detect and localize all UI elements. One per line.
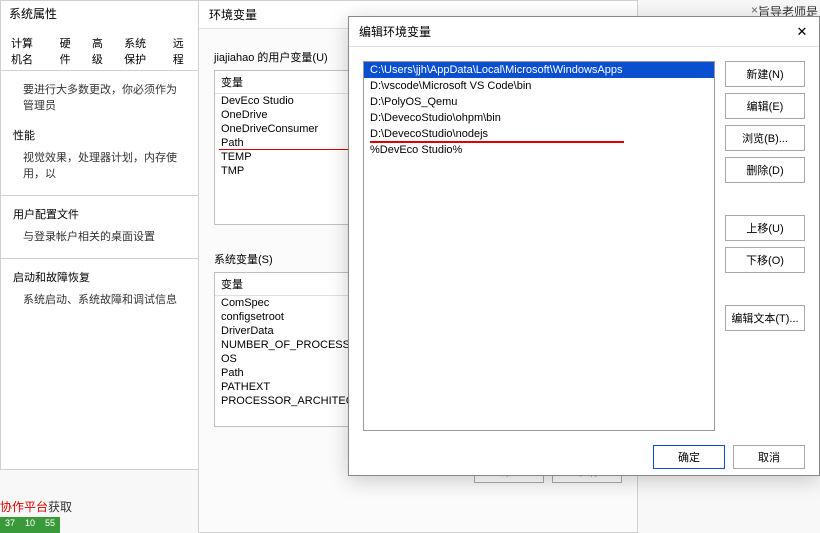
user-desc: 与登录帐户相关的桌面设置 — [13, 228, 187, 244]
tab-hardware[interactable]: 硬件 — [56, 32, 80, 70]
editvar-title: 编辑环境变量 — [359, 23, 795, 40]
editvar-side-buttons: 新建(N) 编辑(E) 浏览(B)... 删除(D) 上移(U) 下移(O) 编… — [725, 61, 805, 431]
path-item[interactable]: D:\DevecoStudio\nodejs — [364, 126, 714, 142]
tab-advanced[interactable]: 高级 — [88, 32, 112, 70]
new-button[interactable]: 新建(N) — [725, 61, 805, 87]
startup-desc: 系统启动、系统故障和调试信息 — [13, 291, 187, 307]
sysprops-body: 要进行大多数更改，你必须作为管理员 性能 视觉效果，处理器计划，内存使用，以 用… — [1, 71, 199, 331]
cancel-button[interactable]: 取消 — [733, 445, 805, 469]
tab-system-protection[interactable]: 系统保护 — [120, 32, 161, 70]
tab-computer-name[interactable]: 计算机名 — [7, 32, 48, 70]
sysprops-tabs: 计算机名 硬件 高级 系统保护 远程 — [1, 26, 199, 71]
path-item[interactable]: D:\DevecoStudio\ohpm\bin — [364, 110, 714, 126]
user-heading: 用户配置文件 — [13, 206, 187, 222]
edit-env-var-dialog: 编辑环境变量 ✕ C:\Users\jjh\AppData\Local\Micr… — [348, 16, 820, 476]
perf-desc: 视觉效果，处理器计划，内存使用，以 — [13, 149, 187, 181]
move-down-button[interactable]: 下移(O) — [725, 247, 805, 273]
path-item[interactable]: D:\vscode\Microsoft VS Code\bin — [364, 78, 714, 94]
ok-button[interactable]: 确定 — [653, 445, 725, 469]
sysprops-note: 要进行大多数更改，你必须作为管理员 — [13, 81, 187, 113]
path-item[interactable]: %DevEco Studio% — [364, 142, 714, 158]
edit-text-button[interactable]: 编辑文本(T)... — [725, 305, 805, 331]
sysprops-title: 系统属性 — [1, 1, 199, 26]
move-up-button[interactable]: 上移(U) — [725, 215, 805, 241]
editvar-footer: 确定 取消 — [349, 445, 819, 483]
browse-button[interactable]: 浏览(B)... — [725, 125, 805, 151]
perf-heading: 性能 — [13, 127, 187, 143]
bottom-red-text: 协作平台获取 — [0, 498, 72, 515]
path-item[interactable]: C:\Users\jjh\AppData\Local\Microsoft\Win… — [364, 62, 714, 78]
path-item[interactable]: D:\PolyOS_Qemu — [364, 94, 714, 110]
background-close-icon[interactable]: × — [751, 3, 758, 17]
delete-button[interactable]: 删除(D) — [725, 157, 805, 183]
status-badge: 37 10 55 — [0, 517, 60, 533]
path-list[interactable]: C:\Users\jjh\AppData\Local\Microsoft\Win… — [363, 61, 715, 431]
startup-heading: 启动和故障恢复 — [13, 269, 187, 285]
close-icon[interactable]: ✕ — [795, 25, 809, 39]
system-properties-dialog: 系统属性 计算机名 硬件 高级 系统保护 远程 要进行大多数更改，你必须作为管理… — [0, 0, 200, 470]
edit-button[interactable]: 编辑(E) — [725, 93, 805, 119]
tab-remote[interactable]: 远程 — [169, 32, 193, 70]
